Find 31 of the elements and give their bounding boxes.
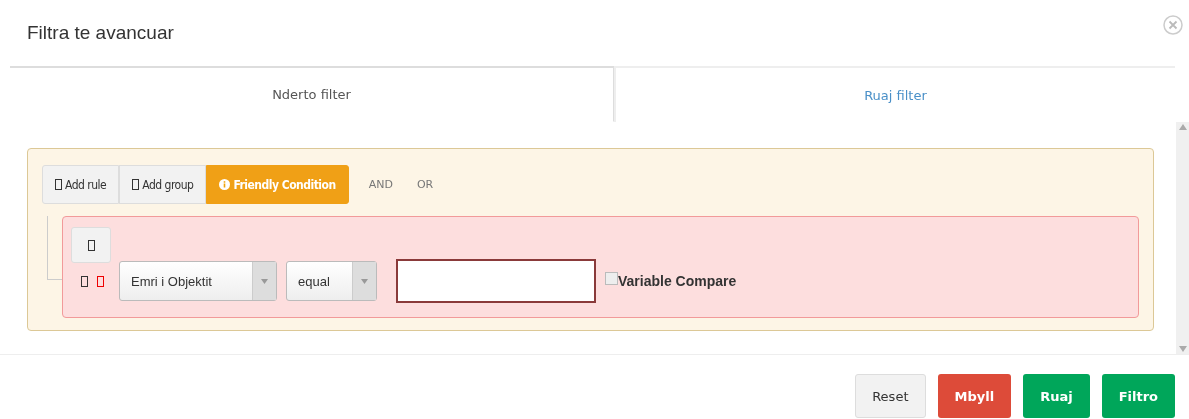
delete-rule-button[interactable] [71, 227, 111, 263]
square-icon [55, 179, 62, 190]
action-button[interactable]: Add rule [42, 165, 120, 204]
dropdown-value: equal [297, 272, 331, 291]
info-icon [219, 179, 231, 190]
close-icon[interactable] [1163, 15, 1183, 35]
condition-option[interactable]: OR [416, 178, 434, 191]
scroll-up-arrow-icon[interactable] [1178, 124, 1187, 130]
dropdown[interactable]: Emri i Objektit [119, 261, 277, 301]
tab[interactable]: Nderto filter [10, 66, 614, 122]
dropdown-value: Emri i Objektit [130, 272, 213, 291]
dialog-title: Filtra te avancuar [27, 22, 174, 44]
square-icon [81, 275, 88, 287]
square-icon [97, 275, 104, 287]
scrollbar[interactable] [1176, 122, 1189, 354]
square-icon [87, 239, 95, 251]
action-button[interactable]: Add group [119, 165, 207, 204]
footer-button[interactable]: Ruaj [1023, 374, 1090, 418]
footer-button[interactable]: Mbyll [937, 374, 1012, 418]
value-input-field[interactable] [396, 259, 596, 303]
checkbox[interactable] [605, 271, 618, 285]
condition-option[interactable]: AND [368, 178, 393, 191]
tab[interactable]: Ruaj filter [614, 66, 1175, 122]
caret-icon [252, 262, 276, 300]
footer-button[interactable]: Filtro [1101, 374, 1175, 418]
footer-button[interactable]: Reset [855, 374, 926, 418]
dropdown[interactable]: equal [286, 261, 377, 301]
square-icon [132, 179, 140, 190]
scroll-down-arrow-icon[interactable] [1178, 346, 1187, 352]
caret-icon [352, 262, 376, 300]
checkbox-label: Variable Compare [618, 273, 737, 289]
